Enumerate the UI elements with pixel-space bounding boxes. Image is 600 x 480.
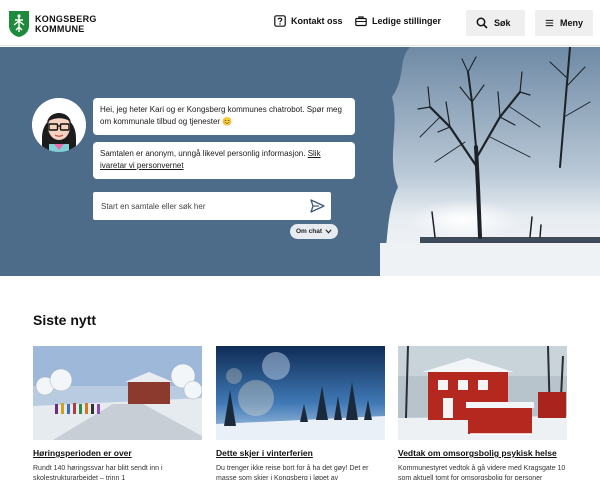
contact-link[interactable]: Kontakt oss — [274, 15, 343, 27]
chatbot-face-icon — [32, 98, 86, 152]
kongsberg-logo[interactable]: KONGSBERG KOMMUNE — [8, 10, 97, 38]
hamburger-icon — [545, 19, 554, 27]
red-house-winter-photo — [398, 346, 567, 440]
site-header: KONGSBERG KOMMUNE Kontakt oss Ledige sti… — [0, 0, 600, 46]
news-card-description: Du trenger ikke reise bort for å ha det … — [216, 465, 369, 480]
privacy-bubble: Samtalen er anonym, unngå likevel person… — [93, 142, 355, 179]
briefcase-icon — [355, 16, 367, 27]
chatbot-greeting-text: Hei, jeg heter Kari og er Kongsberg komm… — [100, 105, 342, 126]
menu-button[interactable]: Meny — [535, 10, 593, 36]
winter-street-photo — [33, 346, 202, 440]
chat-search-box — [93, 192, 331, 220]
search-button-label: Søk — [494, 18, 511, 28]
chat-search-input[interactable] — [101, 192, 301, 220]
contact-label: Kontakt oss — [291, 16, 343, 26]
snowy-forest-night-photo — [216, 346, 385, 440]
logo-line-2: KOMMUNE — [35, 24, 85, 34]
news-card[interactable]: Dette skjer i vinterferien Du trenger ik… — [216, 346, 385, 480]
about-chat-button[interactable]: Om chat — [290, 224, 339, 239]
coat-of-arms-icon — [9, 11, 29, 37]
search-button[interactable]: Søk — [466, 10, 525, 36]
chevron-down-icon — [325, 229, 332, 234]
chatbot-hero: Hei, jeg heter Kari og er Kongsberg komm… — [0, 47, 600, 276]
news-card-description: Kommunestyret vedtok å gå videre med Kra… — [398, 465, 566, 480]
news-card-description: Rundt 140 høringssvar har blitt sendt in… — [33, 465, 163, 480]
privacy-text: Samtalen er anonym, unngå likevel person… — [100, 149, 306, 158]
search-icon — [476, 17, 488, 29]
news-card[interactable]: Høringsperioden er over Rundt 140 høring… — [33, 346, 202, 480]
news-card[interactable]: Vedtak om omsorgsbolig psykisk helse Kom… — [398, 346, 567, 480]
logo-line-1: KONGSBERG — [35, 14, 97, 24]
question-icon — [274, 15, 286, 27]
chatbot-avatar — [32, 98, 86, 152]
logo-text: KONGSBERG KOMMUNE — [35, 14, 97, 34]
winter-tree-photo — [380, 47, 600, 276]
news-card-title[interactable]: Høringsperioden er over — [33, 448, 202, 458]
chatbot-greeting-bubble: Hei, jeg heter Kari og er Kongsberg komm… — [93, 98, 355, 135]
news-card-title[interactable]: Dette skjer i vinterferien — [216, 448, 385, 458]
about-chat-label: Om chat — [296, 228, 323, 235]
menu-button-label: Meny — [559, 18, 583, 28]
jobs-label: Ledige stillinger — [372, 16, 442, 26]
latest-news-heading: Siste nytt — [33, 312, 97, 328]
send-icon[interactable] — [310, 199, 325, 213]
jobs-link[interactable]: Ledige stillinger — [355, 15, 441, 27]
news-card-title[interactable]: Vedtak om omsorgsbolig psykisk helse — [398, 448, 567, 458]
